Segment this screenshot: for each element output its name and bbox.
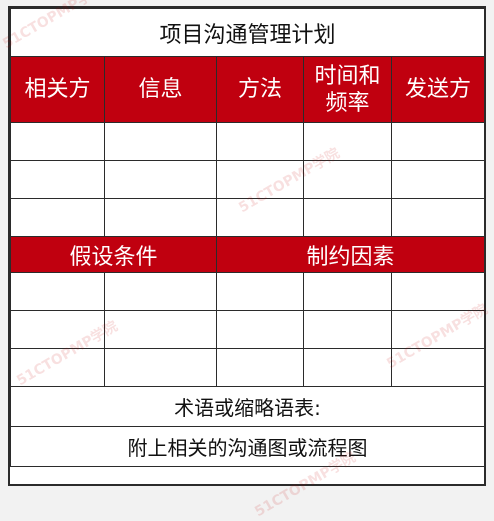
header-assumptions: 假设条件 xyxy=(10,236,217,273)
header-information: 信息 xyxy=(104,56,217,123)
table-cell[interactable] xyxy=(390,198,486,237)
header-method: 方法 xyxy=(216,56,304,123)
glossary-label[interactable]: 术语或缩略语表: xyxy=(9,386,486,427)
attachment-row: 附上相关的沟通图或流程图 xyxy=(9,426,486,467)
table-cell[interactable] xyxy=(303,272,392,311)
table-cell[interactable] xyxy=(303,160,392,199)
table-cell[interactable] xyxy=(303,310,392,349)
title-row: 项目沟通管理计划 xyxy=(9,8,486,57)
table-cell[interactable] xyxy=(10,198,105,237)
table-cell[interactable] xyxy=(303,348,392,387)
header-row: 相关方 信息 方法 时间和频率 发送方 xyxy=(10,56,486,123)
table-row xyxy=(10,310,486,349)
plan-title: 项目沟通管理计划 xyxy=(9,8,486,57)
table-cell[interactable] xyxy=(104,310,217,349)
header-time-frequency-label: 时间和频率 xyxy=(314,63,381,116)
table-cell[interactable] xyxy=(104,122,217,161)
table-cell[interactable] xyxy=(10,122,105,161)
table-row xyxy=(10,160,486,199)
table-row xyxy=(10,272,486,311)
table-row xyxy=(10,348,486,387)
table-cell[interactable] xyxy=(104,160,217,199)
table-cell[interactable] xyxy=(390,310,486,349)
attachment-label[interactable]: 附上相关的沟通图或流程图 xyxy=(9,426,486,467)
table-cell[interactable] xyxy=(303,122,392,161)
header-stakeholder: 相关方 xyxy=(10,56,105,123)
table-cell[interactable] xyxy=(10,348,105,387)
table-cell[interactable] xyxy=(10,272,105,311)
table-cell[interactable] xyxy=(104,198,217,237)
table-cell[interactable] xyxy=(10,310,105,349)
table-cell[interactable] xyxy=(216,122,304,161)
communication-plan-table: 项目沟通管理计划 相关方 信息 方法 时间和频率 发送方 假设条件 制约因素 术… xyxy=(9,8,486,467)
table-row xyxy=(10,122,486,161)
header-time-frequency: 时间和频率 xyxy=(303,56,392,123)
table-cell[interactable] xyxy=(216,198,304,237)
header-constraints: 制约因素 xyxy=(215,236,486,273)
table-cell[interactable] xyxy=(216,160,304,199)
table-cell[interactable] xyxy=(104,348,217,387)
table-cell[interactable] xyxy=(216,310,304,349)
table-cell[interactable] xyxy=(390,160,486,199)
table-cell[interactable] xyxy=(390,272,486,311)
table-cell[interactable] xyxy=(390,122,486,161)
table-cell[interactable] xyxy=(104,272,217,311)
table-cell[interactable] xyxy=(303,198,392,237)
table-row xyxy=(10,198,486,237)
table-cell[interactable] xyxy=(216,272,304,311)
glossary-row: 术语或缩略语表: xyxy=(9,386,486,427)
communication-plan-sheet: 项目沟通管理计划 相关方 信息 方法 时间和频率 发送方 假设条件 制约因素 术… xyxy=(0,0,490,520)
section-header-row: 假设条件 制约因素 xyxy=(10,236,486,273)
table-cell[interactable] xyxy=(216,348,304,387)
table-cell[interactable] xyxy=(390,348,486,387)
table-cell[interactable] xyxy=(10,160,105,199)
header-sender: 发送方 xyxy=(390,56,486,123)
